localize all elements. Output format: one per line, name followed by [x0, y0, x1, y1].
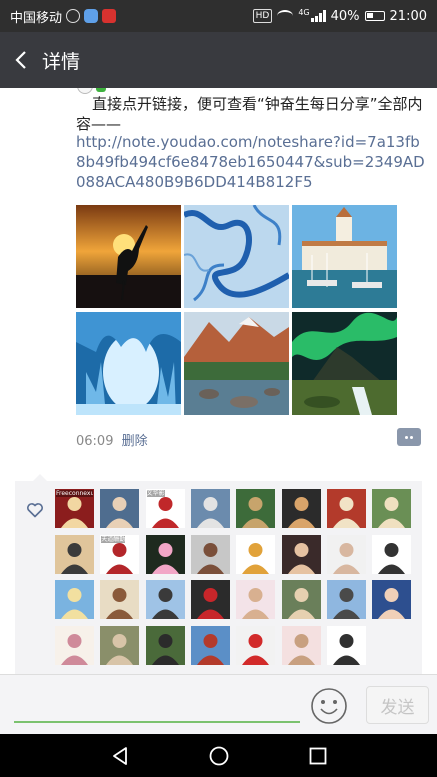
liker-avatar[interactable] — [281, 489, 321, 528]
send-button[interactable]: 发送 — [366, 686, 429, 724]
ice-cave-photo[interactable] — [76, 312, 181, 415]
liker-avatar[interactable] — [372, 534, 412, 574]
liker-avatar[interactable] — [236, 580, 276, 619]
liker-avatar[interactable] — [55, 625, 94, 665]
liker-avatar[interactable] — [236, 625, 276, 665]
app-notification-icon-2 — [84, 9, 99, 23]
emoji-smile-icon[interactable] — [310, 687, 348, 725]
status-bar: 中国移动 HD 4G 40% 21:00 — [0, 0, 437, 32]
moment-detail: 直接点开链接，便可查看“钟奋生每日分享”全部内容—— http://note.y… — [0, 88, 437, 674]
back-button[interactable] — [0, 32, 42, 88]
network-type: 4G — [298, 7, 310, 17]
liker-avatar[interactable] — [281, 580, 321, 619]
liker-avatar[interactable] — [55, 534, 94, 574]
page-title: 详情 — [42, 50, 81, 73]
top-bar: 详情 — [0, 32, 437, 88]
liker-avatar[interactable] — [190, 489, 230, 528]
liker-avatar[interactable] — [326, 625, 366, 665]
liker-avatar[interactable] — [100, 489, 140, 528]
nav-home-icon[interactable] — [208, 745, 230, 767]
liker-avatar[interactable] — [145, 580, 185, 619]
liker-avatar[interactable] — [100, 625, 140, 665]
battery-icon — [364, 11, 385, 21]
android-nav-bar — [0, 734, 437, 777]
liker-avatar[interactable] — [236, 534, 276, 574]
post-link[interactable]: http://note.youdao.com/noteshare?id=7a13… — [76, 132, 426, 192]
likes-panel: Freeconnexus Ltd 文华影天道酬勤 — [15, 474, 422, 674]
post-time: 06:09 — [76, 434, 114, 449]
crane-sunset-photo[interactable] — [76, 205, 181, 308]
liker-avatar[interactable] — [190, 534, 230, 574]
app-notification-icon — [66, 9, 81, 23]
aurora-mountain-photo[interactable] — [292, 312, 397, 415]
liker-avatar-text: 天道酬勤 — [101, 535, 126, 543]
post-text: 直接点开链接，便可查看“钟奋生每日分享”全部内容—— — [76, 95, 423, 133]
liker-avatar[interactable] — [326, 489, 366, 528]
liker-avatar[interactable] — [372, 489, 412, 528]
nav-recents-icon[interactable] — [307, 745, 329, 767]
liker-avatar[interactable]: Freeconnexus Ltd — [55, 489, 94, 528]
comment-input[interactable] — [14, 689, 300, 719]
liker-avatar[interactable] — [326, 580, 366, 619]
winding-river-photo[interactable] — [184, 205, 289, 308]
comment-input-bar: 发送 — [0, 674, 437, 734]
liker-avatar[interactable] — [326, 534, 366, 574]
chevron-left-icon — [15, 51, 26, 69]
input-underline — [14, 721, 300, 723]
image-grid — [76, 205, 397, 415]
liker-avatar[interactable] — [55, 580, 94, 619]
liker-avatar[interactable] — [281, 534, 321, 574]
battery-percent: 40% — [330, 8, 360, 24]
liker-avatar[interactable] — [100, 580, 140, 619]
liker-avatar[interactable] — [281, 625, 321, 665]
liker-avatar[interactable]: 天道酬勤 — [100, 534, 140, 574]
liker-avatar[interactable] — [190, 625, 230, 665]
nav-back-icon[interactable] — [109, 745, 131, 767]
liker-avatar[interactable] — [190, 580, 230, 619]
heart-outline-icon — [27, 503, 43, 518]
harbor-station-photo[interactable] — [292, 205, 397, 308]
liker-avatar[interactable] — [145, 625, 185, 665]
signal-icon — [310, 10, 326, 22]
comment-more-icon[interactable] — [397, 428, 421, 446]
video-app-icon — [102, 9, 117, 23]
wifi-icon — [277, 10, 294, 22]
liker-avatar[interactable] — [236, 489, 276, 528]
hd-badge: HD — [252, 9, 273, 23]
liker-avatar[interactable]: 文华影 — [145, 489, 185, 528]
liker-avatar-text: Freeconnexus Ltd — [56, 490, 93, 497]
post-meta: 06:09 删除 — [76, 430, 148, 449]
carrier-label: 中国移动 — [10, 10, 63, 26]
delete-button[interactable]: 删除 — [122, 434, 148, 449]
liker-avatar[interactable] — [372, 580, 412, 619]
liker-avatar-text: 文华影 — [146, 490, 165, 497]
mountain-lake-photo[interactable] — [184, 312, 289, 415]
liker-avatar[interactable] — [145, 534, 185, 574]
clock: 21:00 — [389, 8, 427, 24]
